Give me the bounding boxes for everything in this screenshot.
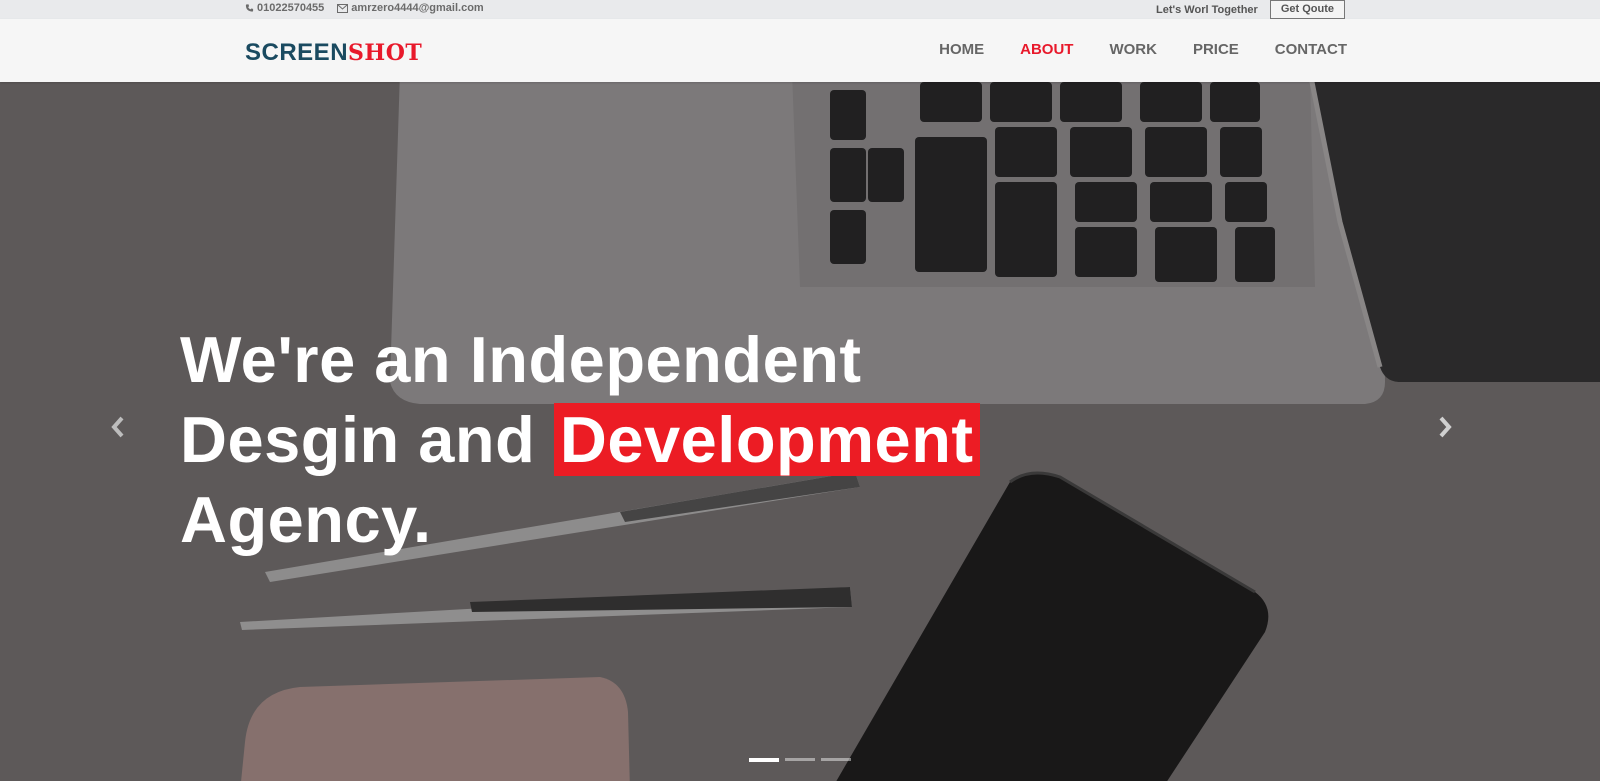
nav-contact[interactable]: CONTACT — [1275, 41, 1347, 58]
slider-next-button[interactable] — [1435, 415, 1455, 439]
slider-prev-button[interactable] — [108, 415, 128, 439]
slider-indicators — [749, 757, 851, 762]
get-quote-button[interactable]: Get Qoute — [1269, 0, 1345, 19]
headline-line1: We're an Independent — [180, 323, 862, 396]
slide-indicator-3[interactable] — [821, 758, 851, 761]
nav-about[interactable]: ABOUT — [1020, 41, 1073, 58]
envelope-icon — [337, 3, 349, 13]
nav-work[interactable]: WORK — [1109, 41, 1157, 58]
tagline: Let's Worl Together — [1156, 4, 1258, 16]
slide-indicator-1[interactable] — [749, 757, 779, 762]
headline-highlight: Development — [553, 403, 980, 476]
main-menu: HOME ABOUT WORK PRICE CONTACT — [939, 41, 1347, 58]
hero-slider: We're an Independent Desgin and Developm… — [0, 82, 1600, 781]
headline-line2: Desgin and Development — [180, 400, 980, 480]
contact-info: 01022570455 amrzero4444@gmail.com — [245, 2, 484, 14]
chevron-right-icon — [1439, 416, 1452, 438]
nav-price[interactable]: PRICE — [1193, 41, 1239, 58]
logo-part1: SCREEN — [245, 39, 349, 66]
email-address[interactable]: amrzero4444@gmail.com — [351, 2, 483, 14]
logo[interactable]: SCREENSHOT — [245, 39, 422, 67]
nav-home[interactable]: HOME — [939, 41, 984, 58]
phone-number: 01022570455 — [257, 2, 325, 14]
headline-line3: Agency. — [180, 483, 432, 556]
slide-indicator-2[interactable] — [785, 758, 815, 761]
top-right: Let's Worl Together Get Qoute — [1156, 0, 1345, 19]
phone-contact: 01022570455 — [245, 2, 324, 14]
chevron-left-icon — [111, 416, 124, 438]
phone-icon — [245, 4, 254, 12]
logo-part2: SHOT — [348, 40, 423, 66]
navbar: SCREENSHOT HOME ABOUT WORK PRICE CONTACT — [0, 19, 1600, 82]
hero-headline: We're an Independent Desgin and Developm… — [180, 320, 980, 560]
top-bar: 01022570455 amrzero4444@gmail.com Let's … — [0, 0, 1600, 19]
headline-line2-pre: Desgin and — [180, 403, 554, 476]
email-contact: amrzero4444@gmail.com — [337, 2, 484, 14]
